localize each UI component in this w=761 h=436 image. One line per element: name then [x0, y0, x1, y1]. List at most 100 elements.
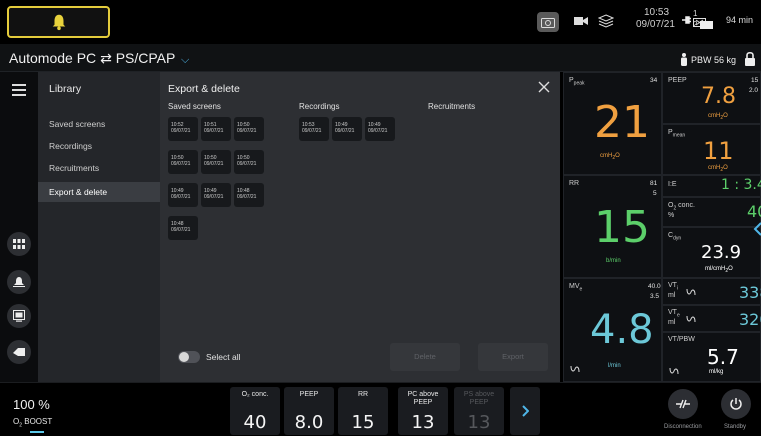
close-icon[interactable] — [538, 81, 550, 93]
pmean-label: Pmean — [668, 129, 686, 139]
ppeak-unit: cmH2O — [600, 153, 620, 162]
control-ps-above-peep[interactable]: PS above PEEP 13 — [454, 387, 504, 435]
vte-label: VTe — [668, 309, 680, 319]
more-controls-button[interactable] — [510, 387, 540, 435]
video-recording-icon[interactable] — [573, 13, 589, 29]
ie-tile[interactable]: I:E 1 : 3.4 — [662, 175, 761, 197]
thumb-date: 09/07/21 — [204, 128, 224, 134]
export-delete-panel: Export & delete Saved screens Recordings… — [160, 72, 560, 382]
left-rail — [0, 72, 38, 382]
ppeak-value: 21 — [594, 97, 650, 148]
chevron-left-icon[interactable] — [753, 222, 761, 236]
pmean-tile[interactable]: Pmean 11 cmH2O — [662, 124, 761, 175]
cdyn-unit: ml/cmH2O — [705, 266, 733, 275]
cdyn-tile[interactable]: Cdyn 23.9 ml/cmH2O — [662, 222, 761, 278]
export-button[interactable]: Export — [478, 343, 548, 371]
delete-button[interactable]: Delete — [390, 343, 460, 371]
ventilation-mode-selector[interactable]: Automode PC ⇄ PS/CPAP ⌵ — [9, 50, 189, 67]
saved-screen-thumb[interactable]: 10:48 09/07/21 — [168, 216, 198, 240]
flow-sensor-icon — [669, 367, 679, 375]
control-label: O₂ conc. — [241, 391, 269, 398]
recording-thumb[interactable]: 10:53 09/07/21 — [299, 117, 329, 141]
peep-label: PEEP — [668, 77, 687, 84]
menu-icon[interactable] — [12, 84, 26, 99]
saved-screen-thumb[interactable]: 10:51 09/07/21 — [201, 117, 231, 141]
disconnection-button[interactable] — [668, 389, 698, 419]
alarm-bell-button[interactable] — [7, 6, 110, 38]
library-item-recruitments[interactable]: Recruitments — [38, 158, 160, 178]
control-label: PC above PEEP — [407, 391, 439, 406]
thumb-date: 09/07/21 — [171, 128, 191, 134]
tools-button[interactable] — [7, 304, 31, 328]
status-bar: 10:53 09/07/21 1 2 94 min — [0, 0, 761, 44]
ppeak-tile[interactable]: Ppeak 34 21 cmH2O — [563, 72, 662, 175]
thumb-date: 09/07/21 — [171, 227, 191, 233]
saved-screen-thumb[interactable]: 10:50 09/07/21 — [234, 150, 264, 174]
rr-label: RR — [569, 180, 580, 187]
network-stack-icon[interactable] — [598, 13, 614, 29]
mve-tile[interactable]: MVe 40.0 3.5 4.8 l/min — [563, 278, 662, 382]
flow-sensor-icon — [570, 365, 580, 373]
power-plug-icon — [682, 16, 691, 24]
peep-value: 7.8 — [701, 84, 736, 109]
ie-label: I:E — [668, 181, 677, 188]
vt-pbw-unit: ml/kg — [709, 369, 724, 375]
saved-screen-thumb[interactable]: 10:50 09/07/21 — [168, 150, 198, 174]
mve-limit-low: 3.5 — [650, 293, 660, 300]
lock-icon[interactable] — [744, 51, 756, 66]
battery-2: 2 — [693, 20, 714, 29]
library-item-export-delete[interactable]: Export & delete — [38, 182, 160, 202]
bell-icon — [52, 14, 65, 31]
rr-limit-low: 5 — [653, 190, 657, 197]
manual-breath-button[interactable] — [7, 340, 31, 364]
pbw-text: PBW 56 kg — [691, 54, 737, 65]
saved-screen-thumb[interactable]: 10:49 09/07/21 — [201, 183, 231, 207]
thumb-date: 09/07/21 — [204, 161, 224, 167]
peep-tile[interactable]: PEEP 15 2.0 7.8 cmH2O — [662, 72, 761, 124]
disconnect-icon — [676, 399, 690, 409]
saved-screen-thumb[interactable]: 10:50 09/07/21 — [201, 150, 231, 174]
control-value: 13 — [411, 412, 435, 433]
recording-thumb[interactable]: 10:49 09/07/21 — [332, 117, 362, 141]
library-item-recordings[interactable]: Recordings — [38, 136, 160, 156]
control-peep[interactable]: PEEP 8.0 — [284, 387, 334, 435]
select-all-toggle[interactable] — [178, 351, 200, 363]
alarms-button[interactable] — [7, 270, 31, 294]
peep-unit: cmH2O — [708, 113, 728, 122]
saved-screen-thumb[interactable]: 10:49 09/07/21 — [168, 183, 198, 207]
rr-limit-high: 81 — [650, 180, 658, 187]
layout-grid-button[interactable] — [7, 232, 31, 256]
standby-button[interactable] — [721, 389, 751, 419]
control-o2-conc[interactable]: O₂ conc. 40 — [230, 387, 280, 435]
control-label: RR — [357, 391, 369, 398]
battery-full-icon — [699, 20, 713, 29]
battery-1-label: 1 — [693, 9, 698, 18]
screenshot-camera-button[interactable] — [537, 12, 559, 32]
recording-thumb[interactable]: 10:49 09/07/21 — [365, 117, 395, 141]
time-text: 10:53 — [644, 7, 670, 18]
saved-screen-thumb[interactable]: 10:50 09/07/21 — [234, 117, 264, 141]
grid-icon — [13, 239, 25, 249]
vt-pbw-tile[interactable]: VT/PBW 5.7 ml/kg — [662, 332, 761, 382]
vti-tile[interactable]: VTi ml 338 — [662, 278, 761, 305]
saved-screen-thumb[interactable]: 10:52 09/07/21 — [168, 117, 198, 141]
chevron-right-icon — [522, 405, 529, 417]
control-label: PS above PEEP — [463, 391, 495, 406]
control-pc-above-peep[interactable]: PC above PEEP 13 — [398, 387, 448, 435]
vte-tile[interactable]: VTe ml 320 — [662, 305, 761, 332]
mve-label: MVe — [569, 283, 583, 293]
camera-icon — [541, 17, 555, 28]
ie-value: 1 : 3.4 — [721, 177, 761, 193]
library-item-saved-screens[interactable]: Saved screens — [38, 114, 160, 134]
rr-tile[interactable]: RR 81 5 15 b/min — [563, 175, 662, 278]
patient-weight[interactable]: PBW 56 kg — [680, 53, 736, 66]
submode-name: PS/CPAP — [115, 50, 176, 66]
patient-person-icon — [681, 53, 687, 66]
saved-screen-thumb[interactable]: 10:48 09/07/21 — [234, 183, 264, 207]
library-title: Library — [49, 83, 82, 95]
control-rr[interactable]: RR 15 — [338, 387, 388, 435]
thumb-date: 09/07/21 — [335, 128, 355, 134]
o2-conc-tile[interactable]: O2 conc. % 40 — [662, 197, 761, 227]
monitor-tools-icon — [13, 310, 25, 322]
recruitments-heading: Recruitments — [428, 102, 476, 111]
